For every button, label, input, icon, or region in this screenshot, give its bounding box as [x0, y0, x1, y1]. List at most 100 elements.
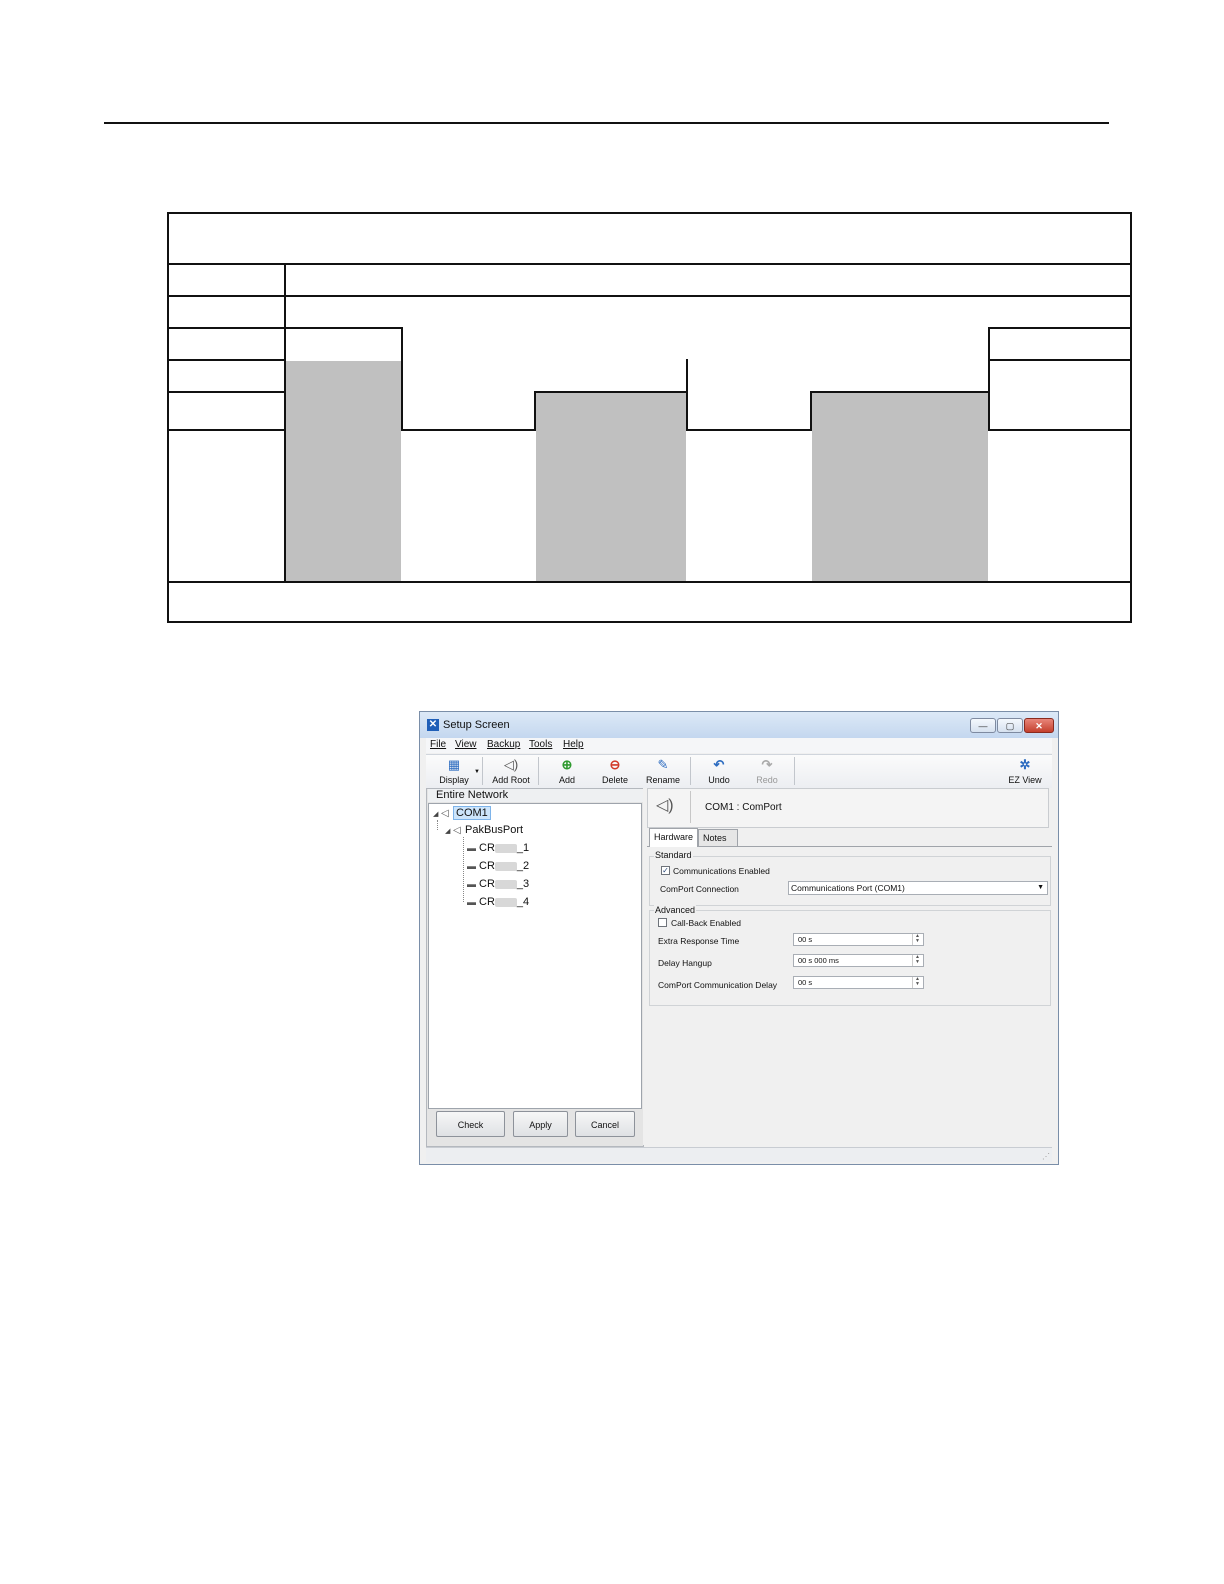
display-button[interactable]: ▦ Display	[428, 755, 480, 788]
chevron-down-icon: ▼	[474, 769, 480, 775]
delete-icon: ⊖	[609, 757, 621, 772]
resize-grip-icon[interactable]: ⋰	[1042, 1152, 1050, 1161]
ez-view-label: EZ View	[1008, 775, 1042, 785]
comport-communication-delay-input[interactable]: 00 s ▲ ▼	[793, 976, 924, 989]
table-rule	[988, 327, 1130, 329]
network-tree-pane: Entire Network ◢ ◁ COM1 ◢ ◁ PakBusPort ▬ CR _1…	[426, 788, 648, 1147]
tab-hardware[interactable]: Hardware	[649, 828, 699, 847]
menu-view[interactable]: View	[455, 739, 477, 750]
datalogger-prefix: CR	[479, 896, 495, 908]
tree-header: Entire Network	[428, 789, 648, 802]
advanced-group-title: Advanced	[654, 905, 697, 915]
add-root-icon: ◁)	[503, 757, 519, 772]
redo-icon: ↷	[761, 757, 773, 772]
redacted-model	[494, 879, 517, 889]
tree-node-com1[interactable]: ◢ ◁ COM1	[433, 806, 491, 822]
toolbar-separator	[538, 757, 539, 785]
redo-label: Redo	[756, 775, 778, 785]
call-back-enabled-checkbox[interactable]	[658, 918, 667, 927]
tree-node-label: COM1	[453, 806, 491, 820]
standard-group-title: Standard	[654, 850, 693, 860]
menu-tools[interactable]: Tools	[529, 739, 552, 750]
table-rule	[169, 581, 1130, 583]
redacted-model	[494, 897, 517, 907]
check-button[interactable]: Check	[436, 1111, 505, 1137]
datalogger-prefix: CR	[479, 842, 495, 854]
rename-label: Rename	[645, 775, 681, 785]
menu-bar: File View Backup Tools Help	[426, 738, 1052, 753]
cancel-button[interactable]: Cancel	[575, 1111, 635, 1137]
chevron-down-icon: ▼	[1037, 884, 1044, 891]
datalogger-suffix: _3	[516, 878, 530, 890]
table-rule	[988, 359, 1130, 361]
rename-button[interactable]: ✎ Rename	[640, 755, 686, 788]
extra-response-time-value: 00 s	[798, 935, 813, 944]
comport-connection-value: Communications Port (COM1)	[791, 883, 905, 893]
table-rule	[169, 359, 285, 361]
datalogger-suffix: _1	[516, 842, 530, 854]
extra-response-time-input[interactable]: 00 s ▲ ▼	[793, 933, 924, 946]
spinner-arrows-icon[interactable]: ▲ ▼	[912, 955, 922, 966]
spinner-arrows-icon[interactable]: ▲ ▼	[912, 934, 922, 945]
comport-icon: ◁)	[656, 797, 674, 814]
detail-tabs: Hardware Notes	[647, 828, 1052, 847]
delete-button[interactable]: ⊖ Delete	[592, 755, 638, 788]
minimize-button[interactable]: —	[970, 718, 996, 733]
app-icon: ✕	[427, 719, 439, 731]
detail-pane: ◁) COM1 : ComPort Hardware Notes Standar…	[643, 788, 1053, 1145]
menu-help[interactable]: Help	[563, 739, 584, 750]
window-title: Setup Screen	[443, 719, 510, 731]
shaded-cell	[286, 361, 401, 581]
toolbar-separator	[690, 757, 691, 785]
datalogger-icon: ▬	[467, 879, 476, 889]
datalogger-suffix: _4	[516, 896, 530, 908]
undo-button[interactable]: ↶ Undo	[696, 755, 742, 788]
ez-view-icon: ✲	[1019, 757, 1031, 772]
comport-communication-delay-value: 00 s	[798, 978, 813, 987]
tree-node-datalogger[interactable]: ▬ CR _2	[467, 859, 529, 873]
add-button[interactable]: ⊕ Add	[544, 755, 590, 788]
table-rule	[534, 391, 536, 431]
expand-arrow-icon[interactable]: ◢	[445, 825, 453, 839]
datalogger-prefix: CR	[479, 860, 495, 872]
table-rule	[169, 391, 285, 393]
delay-hangup-label: Delay Hangup	[658, 958, 712, 968]
close-button[interactable]: ✕	[1024, 718, 1054, 733]
tree-node-label: PakBusPort	[465, 824, 524, 836]
table-rule	[169, 263, 1130, 265]
table-rule	[810, 391, 812, 431]
title-bar[interactable]: ✕ Setup Screen — ▢ ✕	[420, 712, 1058, 738]
tree-node-datalogger[interactable]: ▬ CR _4	[467, 895, 529, 909]
add-icon: ⊕	[561, 757, 573, 772]
tree-node-datalogger[interactable]: ▬ CR _3	[467, 877, 529, 891]
add-root-button[interactable]: ◁) Add Root	[486, 755, 536, 788]
comport-communication-delay-label: ComPort Communication Delay	[658, 980, 778, 990]
redacted-model	[494, 861, 517, 871]
detail-heading: COM1 : ComPort	[705, 802, 782, 813]
spinner-arrows-icon[interactable]: ▲ ▼	[912, 977, 922, 988]
toolbar-separator	[794, 757, 795, 785]
menu-file[interactable]: File	[430, 739, 446, 750]
table-rule	[988, 327, 990, 431]
header-separator	[690, 791, 691, 823]
communications-enabled-label: Communications Enabled	[673, 866, 770, 876]
tree-node-pakbusport[interactable]: ◢ ◁ PakBusPort	[445, 823, 523, 839]
communications-enabled-checkbox[interactable]: ✓	[661, 866, 670, 875]
apply-button[interactable]: Apply	[513, 1111, 568, 1137]
comport-connection-select[interactable]: Communications Port (COM1) ▼	[788, 881, 1048, 895]
shaded-cell	[812, 393, 988, 581]
delay-hangup-value: 00 s 000 ms	[798, 956, 839, 965]
network-tree: ◢ ◁ COM1 ◢ ◁ PakBusPort ▬ CR _1 ▬ CR _2 ▬ CR _3 ▬ C…	[428, 803, 642, 1109]
ez-view-button[interactable]: ✲ EZ View	[1002, 755, 1048, 788]
tree-node-datalogger[interactable]: ▬ CR _1	[467, 841, 529, 855]
setup-screen-window: ✕ Setup Screen — ▢ ✕ File View Backup To…	[419, 711, 1059, 1165]
maximize-button[interactable]: ▢	[997, 718, 1023, 733]
delay-hangup-input[interactable]: 00 s 000 ms ▲ ▼	[793, 954, 924, 967]
tab-notes[interactable]: Notes	[698, 829, 738, 846]
redo-button[interactable]: ↷ Redo	[744, 755, 790, 788]
display-label: Display	[439, 775, 469, 785]
datalogger-prefix: CR	[479, 878, 495, 890]
menu-backup[interactable]: Backup	[487, 739, 520, 750]
table-rule	[284, 263, 286, 581]
comport-connection-label: ComPort Connection	[660, 884, 739, 894]
